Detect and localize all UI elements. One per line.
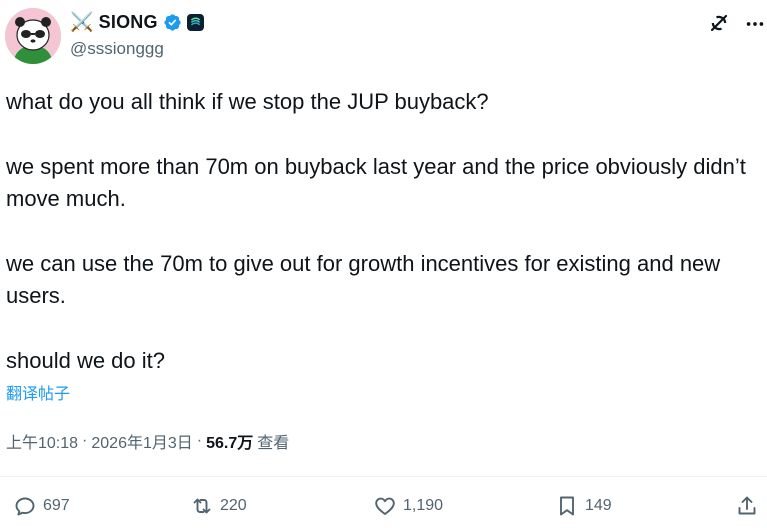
tweet-paragraph: what do you all think if we stop the JUP… bbox=[6, 89, 489, 114]
grok-icon[interactable] bbox=[707, 11, 731, 35]
more-icon[interactable] bbox=[744, 13, 766, 35]
tweet-date[interactable]: 2026年1月3日 bbox=[91, 429, 192, 453]
tweet-text: what do you all think if we stop the JUP… bbox=[6, 86, 751, 377]
action-bar: 697 220 1,190 149 bbox=[0, 494, 767, 524]
repost-button[interactable]: 220 bbox=[190, 494, 247, 518]
repost-count: 220 bbox=[220, 497, 247, 514]
avatar-panda-image bbox=[5, 8, 61, 64]
author-display-name[interactable]: SIONG bbox=[99, 12, 158, 33]
affiliate-badge-icon[interactable] bbox=[186, 13, 204, 31]
views-label: 查看 bbox=[257, 435, 290, 452]
bookmark-button[interactable]: 149 bbox=[555, 494, 612, 518]
reply-icon bbox=[15, 497, 35, 516]
repost-icon bbox=[193, 498, 211, 514]
tweet-meta: 上午10:18 · 2026年1月3日 · 56.7万 查看 bbox=[6, 429, 289, 453]
share-button[interactable] bbox=[735, 494, 759, 518]
author-handle[interactable]: @sssionggg bbox=[70, 39, 164, 59]
tweet-paragraph: we spent more than 70m on buyback last y… bbox=[6, 154, 746, 211]
like-count: 1,190 bbox=[403, 497, 444, 514]
bookmark-count: 149 bbox=[585, 497, 612, 514]
meta-separator: · bbox=[82, 432, 88, 449]
author-name-row: ⚔️ SIONG bbox=[70, 10, 204, 34]
like-button[interactable]: 1,190 bbox=[373, 494, 443, 518]
tweet-paragraph: should we do it? bbox=[6, 348, 165, 373]
bookmark-icon bbox=[560, 496, 574, 516]
tweet-paragraph: we can use the 70m to give out for growt… bbox=[6, 251, 721, 308]
tweet-time[interactable]: 上午10:18 bbox=[6, 429, 78, 453]
avatar[interactable] bbox=[5, 8, 61, 64]
reply-count: 697 bbox=[43, 497, 70, 514]
verified-badge-icon[interactable] bbox=[163, 13, 182, 32]
divider bbox=[0, 476, 767, 477]
like-icon bbox=[375, 497, 395, 515]
views-count[interactable]: 56.7万 bbox=[206, 429, 253, 453]
translate-post-link[interactable]: 翻译帖子 bbox=[6, 380, 70, 404]
share-icon bbox=[738, 496, 756, 515]
meta-separator: · bbox=[196, 432, 203, 449]
crossed-swords-emoji: ⚔️ bbox=[70, 11, 94, 33]
reply-button[interactable]: 697 bbox=[13, 494, 70, 518]
